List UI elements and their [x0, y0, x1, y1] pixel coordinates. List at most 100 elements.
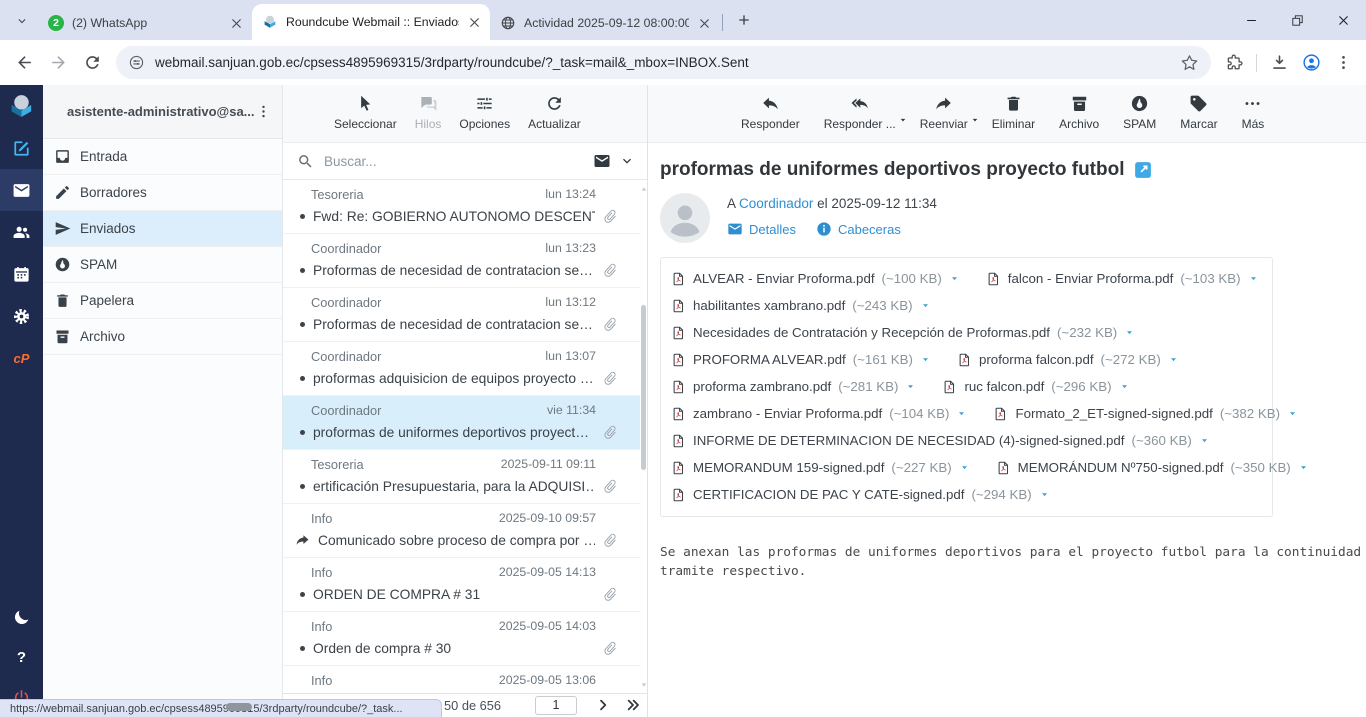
- caret-down-icon[interactable]: [1248, 273, 1259, 284]
- dark-mode-button[interactable]: [0, 597, 43, 637]
- attachment-name[interactable]: proforma falcon.pdf: [979, 352, 1094, 367]
- message-list-row[interactable]: Tesoreria lun 13:24 Fwd: Re: GOBIERNO AU…: [283, 180, 640, 234]
- account-menu-icon[interactable]: [255, 103, 272, 120]
- cpanel-button[interactable]: cP: [0, 337, 43, 379]
- search-input[interactable]: [322, 153, 585, 170]
- compose-button[interactable]: [0, 127, 43, 169]
- help-button[interactable]: ?: [0, 637, 43, 677]
- attachment-item[interactable]: habilitantes xambrano.pdf (~243 KB): [671, 297, 931, 315]
- caret-down-icon[interactable]: [905, 381, 916, 392]
- message-list-row[interactable]: Info 2025-09-05 14:03 Orden de compra # …: [283, 612, 640, 666]
- restore-button[interactable]: [1274, 0, 1320, 40]
- message-list-row[interactable]: Info 2025-09-05 14:13 ORDEN DE COMPRA # …: [283, 558, 640, 612]
- browser-menu-button[interactable]: [1328, 48, 1358, 78]
- caret-down-icon[interactable]: [1298, 462, 1309, 473]
- contacts-button[interactable]: [0, 211, 43, 253]
- close-icon[interactable]: [467, 15, 482, 30]
- splitter-handle[interactable]: [226, 703, 252, 711]
- message-list-row[interactable]: Coordinador vie 11:34 proformas de unifo…: [283, 396, 640, 450]
- attachment-name[interactable]: Necesidades de Contratación y Recepción …: [693, 325, 1050, 340]
- roundcube-logo[interactable]: [0, 85, 43, 127]
- scrollbar-thumb[interactable]: [641, 305, 646, 470]
- caret-down-icon[interactable]: [898, 115, 908, 125]
- close-window-button[interactable]: [1320, 0, 1366, 40]
- toolbar-button-marcar[interactable]: Marcar: [1173, 92, 1224, 133]
- folder-item-spam[interactable]: SPAM: [43, 247, 282, 283]
- attachment-item[interactable]: proforma falcon.pdf (~272 KB): [957, 351, 1179, 369]
- message-list-row[interactable]: Coordinador lun 13:23 Proformas de neces…: [283, 234, 640, 288]
- site-info-icon[interactable]: [128, 54, 145, 71]
- folder-item-borradores[interactable]: Borradores: [43, 175, 282, 211]
- toolbar-button-más[interactable]: Más: [1235, 92, 1272, 133]
- profile-button[interactable]: [1296, 48, 1326, 78]
- url-text[interactable]: webmail.sanjuan.gob.ec/cpsess4895969315/…: [155, 55, 1180, 70]
- attachment-name[interactable]: habilitantes xambrano.pdf: [693, 298, 845, 313]
- attachment-item[interactable]: CERTIFICACION DE PAC Y CATE-signed.pdf (…: [671, 486, 1050, 504]
- back-button[interactable]: [8, 47, 40, 79]
- toolbar-button-reenviar[interactable]: Reenviar: [913, 92, 975, 133]
- caret-down-icon[interactable]: [949, 273, 960, 284]
- attachment-name[interactable]: ruc falcon.pdf: [964, 379, 1044, 394]
- last-page-icon[interactable]: [624, 697, 642, 713]
- tab-search-button[interactable]: [8, 7, 36, 35]
- settings-button[interactable]: [0, 295, 43, 337]
- attachment-item[interactable]: PROFORMA ALVEAR.pdf (~161 KB): [671, 351, 931, 369]
- headers-toggle[interactable]: Cabeceras: [816, 221, 901, 237]
- attachment-item[interactable]: Necesidades de Contratación y Recepción …: [671, 324, 1135, 342]
- caret-down-icon[interactable]: [1124, 327, 1135, 338]
- attachment-item[interactable]: ruc falcon.pdf (~296 KB): [942, 378, 1129, 396]
- browser-tab[interactable]: 2(2) WhatsApp: [38, 6, 252, 40]
- toolbar-button-spam[interactable]: SPAM: [1116, 92, 1163, 133]
- toolbar-button-eliminar[interactable]: Eliminar: [985, 92, 1042, 133]
- open-in-new-window-icon[interactable]: [1134, 161, 1152, 179]
- search-scope-envelope-icon[interactable]: [593, 152, 611, 170]
- message-list-row[interactable]: Coordinador lun 13:12 Proformas de neces…: [283, 288, 640, 342]
- attachment-name[interactable]: zambrano - Enviar Proforma.pdf: [693, 406, 882, 421]
- attachment-name[interactable]: proforma zambrano.pdf: [693, 379, 831, 394]
- minimize-button[interactable]: [1228, 0, 1274, 40]
- caret-down-icon[interactable]: [959, 462, 970, 473]
- browser-tab[interactable]: Actividad 2025-09-12 08:00:00: [490, 6, 720, 40]
- caret-down-icon[interactable]: [1039, 489, 1050, 500]
- address-bar[interactable]: webmail.sanjuan.gob.ec/cpsess4895969315/…: [116, 46, 1211, 79]
- toolbar-button-responder-[interactable]: Responder ...: [817, 92, 903, 133]
- attachment-name[interactable]: ALVEAR - Enviar Proforma.pdf: [693, 271, 875, 286]
- close-icon[interactable]: [697, 16, 712, 31]
- caret-down-icon[interactable]: [956, 408, 967, 419]
- forward-button[interactable]: [42, 47, 74, 79]
- attachment-name[interactable]: Formato_2_ET-signed-signed.pdf: [1015, 406, 1212, 421]
- recipient-link[interactable]: Coordinador: [739, 196, 813, 211]
- attachment-item[interactable]: ALVEAR - Enviar Proforma.pdf (~100 KB): [671, 270, 960, 288]
- calendar-button[interactable]: [0, 253, 43, 295]
- toolbar-button-seleccionar[interactable]: Seleccionar: [327, 92, 404, 133]
- attachment-item[interactable]: MEMORÁNDUM Nº750-signed.pdf (~350 KB): [996, 459, 1309, 477]
- attachment-item[interactable]: Formato_2_ET-signed-signed.pdf (~382 KB): [993, 405, 1298, 423]
- list-scrollbar[interactable]: [640, 180, 647, 694]
- attachment-name[interactable]: CERTIFICACION DE PAC Y CATE-signed.pdf: [693, 487, 964, 502]
- close-icon[interactable]: [229, 16, 244, 31]
- toolbar-button-actualizar[interactable]: Actualizar: [521, 92, 588, 133]
- folder-item-entrada[interactable]: Entrada: [43, 139, 282, 175]
- attachment-name[interactable]: MEMORÁNDUM Nº750-signed.pdf: [1018, 460, 1224, 475]
- scroll-down-icon[interactable]: [640, 681, 648, 689]
- downloads-button[interactable]: [1264, 48, 1294, 78]
- search-options-chevron-icon[interactable]: [619, 153, 635, 169]
- refresh-button[interactable]: [76, 47, 108, 79]
- message-list-row[interactable]: Info 2025-09-05 13:06: [283, 666, 640, 694]
- message-list-row[interactable]: Tesoreria 2025-09-11 09:11 ertificación …: [283, 450, 640, 504]
- browser-tab[interactable]: Roundcube Webmail :: Enviados: [252, 4, 490, 40]
- scroll-up-icon[interactable]: [640, 185, 648, 193]
- attachment-item[interactable]: zambrano - Enviar Proforma.pdf (~104 KB): [671, 405, 967, 423]
- caret-down-icon[interactable]: [1119, 381, 1130, 392]
- bookmark-star-icon[interactable]: [1180, 53, 1199, 72]
- caret-down-icon[interactable]: [920, 354, 931, 365]
- toolbar-button-hilos[interactable]: Hilos: [408, 92, 449, 133]
- attachment-item[interactable]: falcon - Enviar Proforma.pdf (~103 KB): [986, 270, 1259, 288]
- attachment-item[interactable]: INFORME DE DETERMINACION DE NECESIDAD (4…: [671, 432, 1210, 450]
- toolbar-button-opciones[interactable]: Opciones: [452, 92, 517, 133]
- page-input[interactable]: 1: [535, 696, 577, 715]
- caret-down-icon[interactable]: [1287, 408, 1298, 419]
- mail-button[interactable]: [0, 169, 43, 211]
- message-list-row[interactable]: Info 2025-09-10 09:57 Comunicado sobre p…: [283, 504, 640, 558]
- attachment-name[interactable]: MEMORANDUM 159-signed.pdf: [693, 460, 884, 475]
